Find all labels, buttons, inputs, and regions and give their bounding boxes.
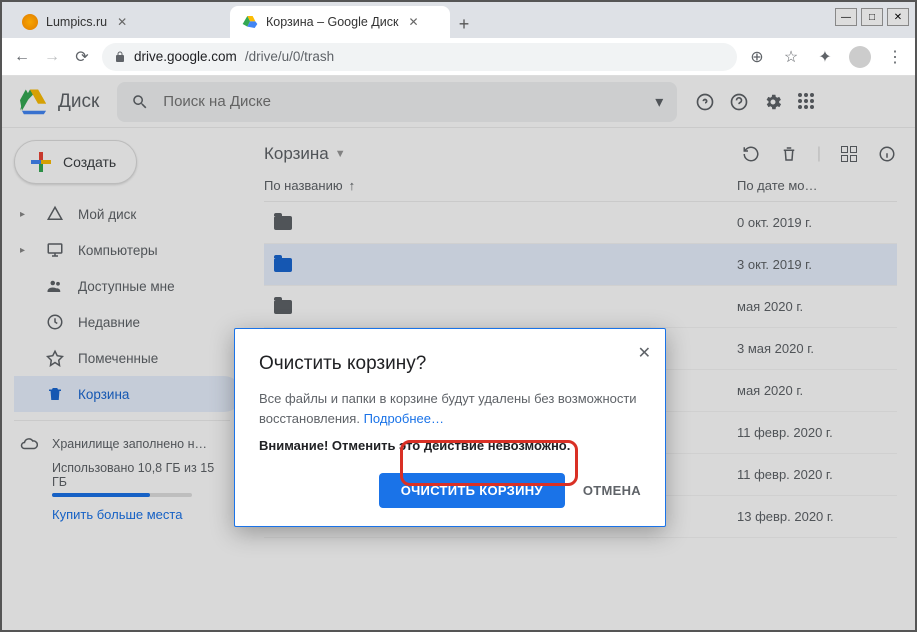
dialog-title: Очистить корзину? — [259, 353, 641, 375]
browser-window: — □ ✕ Lumpics.ru ✕ Корзина – Google Диск… — [0, 0, 917, 632]
cancel-button[interactable]: ОТМЕНА — [583, 483, 641, 498]
minimize-button[interactable]: — — [835, 8, 857, 26]
forward-button[interactable]: → — [42, 47, 62, 67]
url-field[interactable]: drive.google.com /drive/u/0/trash — [102, 43, 737, 71]
star-icon[interactable]: ☆ — [781, 47, 801, 67]
back-button[interactable]: ← — [12, 47, 32, 67]
new-tab-button[interactable]: + — [450, 10, 478, 38]
url-path: /drive/u/0/trash — [245, 49, 334, 64]
favicon-lumpics — [22, 14, 38, 30]
tab-title: Lumpics.ru — [46, 15, 107, 29]
empty-trash-dialog: Очистить корзину? ✕ Все файлы и папки в … — [234, 328, 666, 527]
maximize-button[interactable]: □ — [861, 8, 883, 26]
address-actions: ⊕ ☆ ✦ ⋮ — [747, 46, 905, 68]
window-close-button[interactable]: ✕ — [887, 8, 909, 26]
profile-avatar[interactable] — [849, 46, 871, 68]
dialog-warning: Внимание! Отменить это действие невозмож… — [259, 438, 641, 453]
reload-button[interactable]: ⟳ — [72, 47, 92, 67]
browser-tab-lumpics[interactable]: Lumpics.ru ✕ — [10, 6, 230, 38]
tab-title: Корзина – Google Диск — [266, 15, 398, 29]
learn-more-link[interactable]: Подробнее… — [364, 411, 444, 426]
dialog-close-button[interactable]: ✕ — [638, 343, 651, 363]
lock-icon — [114, 51, 126, 63]
zoom-icon[interactable]: ⊕ — [747, 47, 767, 67]
menu-icon[interactable]: ⋮ — [885, 47, 905, 67]
dialog-body: Все файлы и папки в корзине будут удален… — [259, 389, 641, 428]
tab-close-icon[interactable]: ✕ — [115, 15, 129, 29]
favicon-drive — [242, 14, 258, 30]
dialog-actions: ОЧИСТИТЬ КОРЗИНУ ОТМЕНА — [259, 473, 641, 508]
window-controls: — □ ✕ — [835, 8, 909, 26]
browser-tab-drive[interactable]: Корзина – Google Диск ✕ — [230, 6, 450, 38]
url-host: drive.google.com — [134, 49, 237, 64]
app-content: Диск ▾ Создать — [2, 76, 915, 630]
address-bar: ← → ⟳ drive.google.com /drive/u/0/trash … — [2, 38, 915, 76]
confirm-empty-trash-button[interactable]: ОЧИСТИТЬ КОРЗИНУ — [379, 473, 565, 508]
tab-close-icon[interactable]: ✕ — [406, 15, 420, 29]
tab-strip: Lumpics.ru ✕ Корзина – Google Диск ✕ + — [2, 2, 915, 38]
extensions-icon[interactable]: ✦ — [815, 47, 835, 67]
